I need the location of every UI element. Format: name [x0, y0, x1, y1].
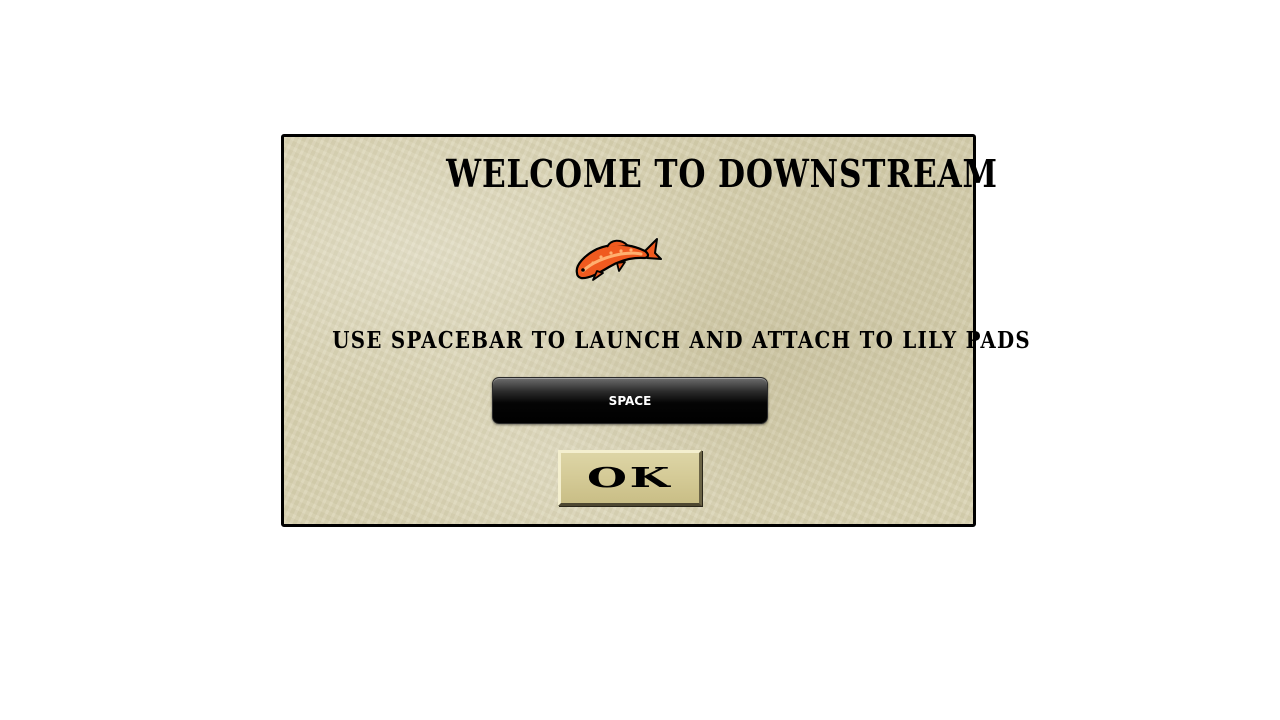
welcome-dialog: WELCOME TO DOWNSTREAM USE SPACEBAR TO LA…: [281, 134, 1031, 527]
koi-fish-icon: [571, 233, 663, 283]
game-stage: WELCOME TO DOWNSTREAM USE SPACEBAR TO LA…: [0, 0, 1280, 720]
spacebar-key[interactable]: SPACE: [492, 377, 768, 424]
ok-button[interactable]: OK: [558, 450, 702, 506]
instructions-text: USE SPACEBAR TO LAUNCH AND ATTACH TO LIL…: [332, 327, 1031, 354]
dialog-title: WELCOME TO DOWNSTREAM: [446, 151, 998, 196]
ok-button-label: OK: [587, 462, 673, 494]
